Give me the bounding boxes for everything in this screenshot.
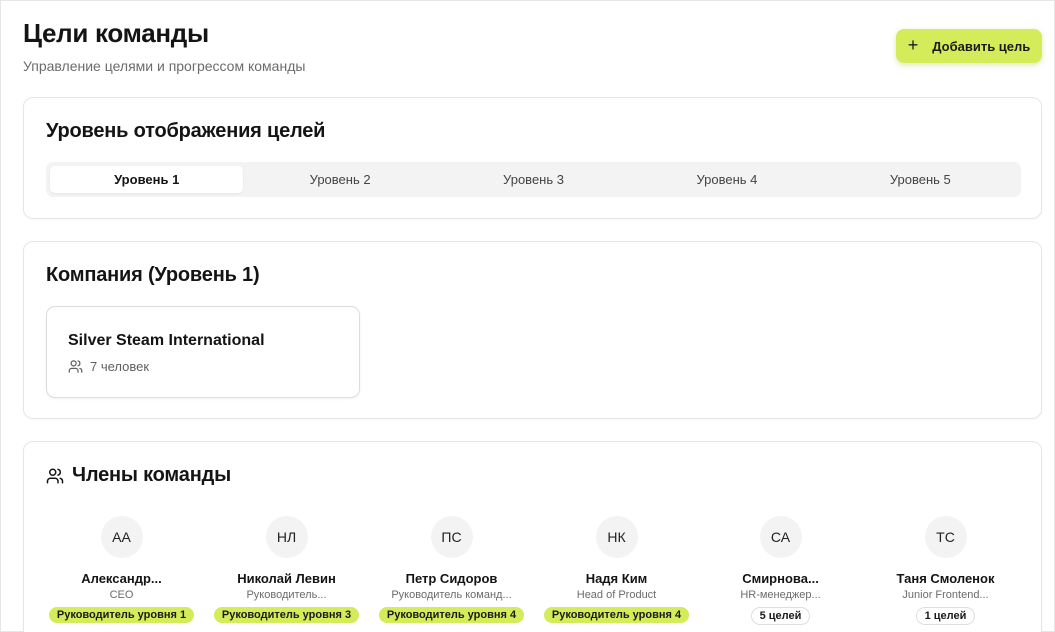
member-role: Руководитель команд... bbox=[391, 589, 512, 601]
member-card[interactable]: ПС Петр Сидоров Руководитель команд... Р… bbox=[369, 516, 534, 623]
tab-level-2[interactable]: Уровень 2 bbox=[243, 166, 436, 193]
member-name: Александр... bbox=[81, 571, 162, 586]
member-name: Петр Сидоров bbox=[405, 571, 498, 586]
company-section-title: Компания (Уровень 1) bbox=[46, 264, 260, 286]
member-name: Николай Левин bbox=[237, 571, 336, 586]
avatar: ТС bbox=[924, 516, 967, 558]
members-header: Члены команды bbox=[46, 464, 231, 487]
plus-icon: + bbox=[907, 35, 919, 55]
member-goals-badge: 5 целей bbox=[750, 607, 811, 625]
page-subtitle: Управление целями и прогрессом команды bbox=[23, 58, 306, 74]
add-goal-button-label: Добавить цель bbox=[932, 38, 1031, 54]
member-name: Надя Ким bbox=[585, 571, 648, 586]
member-role: Head of Product bbox=[576, 589, 657, 601]
page: Цели команды Управление целями и прогрес… bbox=[0, 0, 1055, 632]
member-card[interactable]: НК Надя Ким Head of Product Руководитель… bbox=[534, 516, 699, 623]
member-level-badge: Руководитель уровня 4 bbox=[378, 607, 525, 623]
levels-card: Уровень отображения целей Уровень 1 Уров… bbox=[23, 97, 1042, 219]
users-icon bbox=[46, 468, 64, 483]
member-role: CEO bbox=[109, 589, 134, 601]
add-goal-button[interactable]: + Добавить цель bbox=[896, 29, 1042, 63]
members-section: Члены команды АА Александр... CEO Руково… bbox=[23, 441, 1042, 632]
member-level-badge: Руководитель уровня 4 bbox=[543, 607, 690, 623]
company-people-count: 7 человек bbox=[68, 359, 149, 374]
tab-level-4[interactable]: Уровень 4 bbox=[630, 166, 823, 193]
tab-level-5[interactable]: Уровень 5 bbox=[824, 166, 1017, 193]
company-section: Компания (Уровень 1) Silver Steam Intern… bbox=[23, 241, 1042, 419]
company-people-label: 7 человек bbox=[90, 359, 150, 374]
member-card[interactable]: ТС Таня Смоленок Junior Frontend... 1 це… bbox=[863, 516, 1028, 625]
tab-level-3[interactable]: Уровень 3 bbox=[437, 166, 630, 193]
users-icon bbox=[68, 360, 83, 373]
page-title: Цели команды bbox=[23, 18, 209, 48]
level-tabs: Уровень 1 Уровень 2 Уровень 3 Уровень 4 … bbox=[46, 162, 1021, 197]
avatar: НК bbox=[595, 516, 638, 558]
members-title: Члены команды bbox=[72, 464, 231, 486]
member-role: Junior Frontend... bbox=[902, 589, 989, 601]
member-goals-badge: 1 целей bbox=[915, 607, 976, 625]
company-name: Silver Steam International bbox=[68, 332, 265, 349]
tab-level-1[interactable]: Уровень 1 bbox=[50, 166, 244, 193]
member-card[interactable]: АА Александр... CEO Руководитель уровня … bbox=[39, 516, 204, 623]
avatar: СА bbox=[759, 516, 802, 558]
member-card[interactable]: СА Смирнова... HR-менеджер... 5 целей bbox=[698, 516, 863, 625]
avatar: НЛ bbox=[265, 516, 308, 558]
avatar: ПС bbox=[430, 516, 473, 558]
avatar: АА bbox=[100, 516, 143, 558]
member-role: HR-менеджер... bbox=[740, 589, 821, 601]
member-level-badge: Руководитель уровня 3 bbox=[213, 607, 360, 623]
member-name: Таня Смоленок bbox=[896, 571, 995, 586]
member-name: Смирнова... bbox=[742, 571, 819, 586]
company-card[interactable]: Silver Steam International 7 человек bbox=[46, 306, 360, 398]
levels-title: Уровень отображения целей bbox=[46, 120, 326, 142]
member-level-badge: Руководитель уровня 1 bbox=[48, 607, 195, 623]
member-role: Руководитель... bbox=[246, 589, 327, 601]
member-card[interactable]: НЛ Николай Левин Руководитель... Руковод… bbox=[204, 516, 369, 623]
